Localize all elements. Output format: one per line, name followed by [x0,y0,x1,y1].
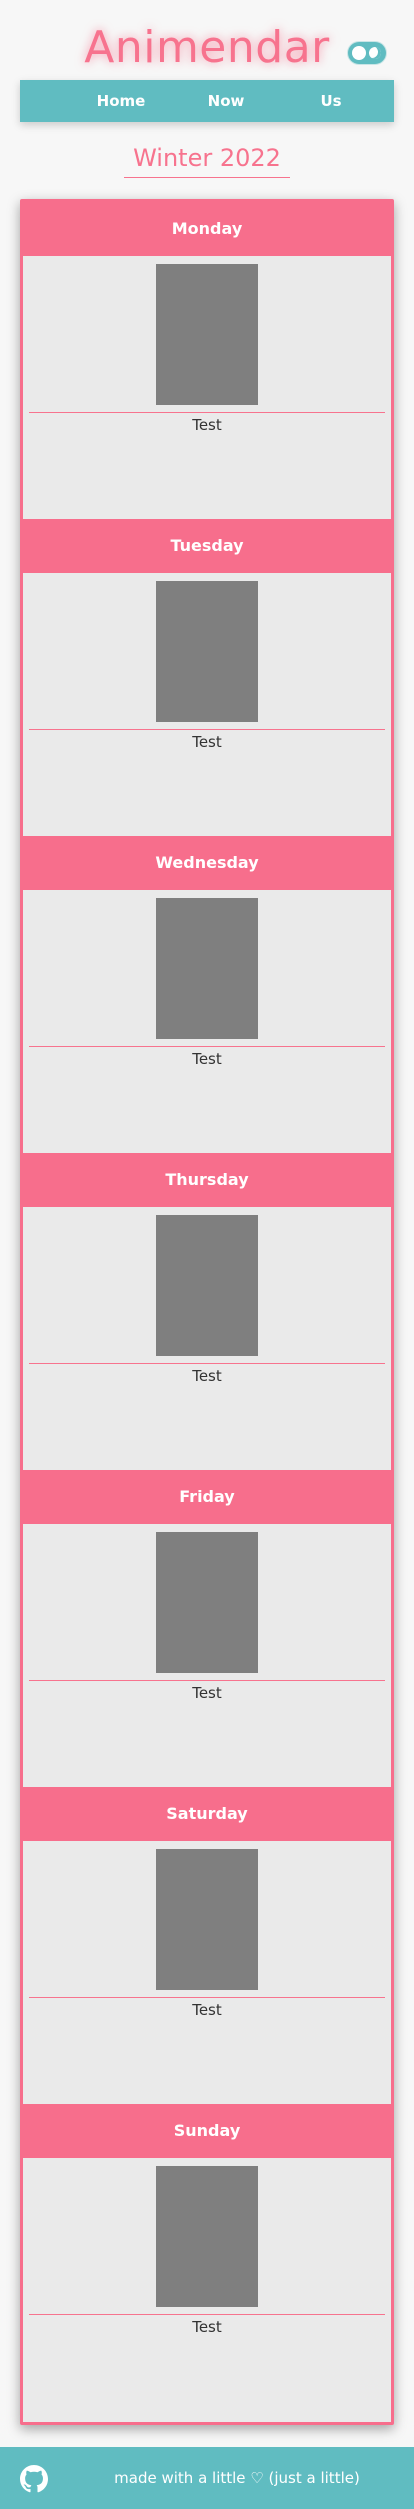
day-header: Sunday [23,2104,391,2158]
anime-cover-image [156,2166,258,2307]
moon-icon [369,47,381,59]
anime-title: Test [192,2001,222,2019]
anime-card[interactable]: Test [23,256,391,519]
day-body: Test [23,1841,391,2104]
footer-credit: made with a little ♡ (just a little) [114,2469,360,2487]
anime-title: Test [192,416,222,434]
anime-cover-image [156,1215,258,1356]
divider [29,729,385,730]
day-body: Test [23,256,391,519]
anime-cover-image [156,581,258,722]
navbar: Home Now Us [20,80,394,122]
day-section-wednesday: Wednesday Test [23,836,391,1153]
toggle-knob [352,46,366,60]
anime-card[interactable]: Test [23,1207,391,1470]
divider [29,2314,385,2315]
footer: made with a little ♡ (just a little) [0,2447,414,2509]
day-header: Thursday [23,1153,391,1207]
weekly-schedule: Monday Test Tuesday Test Wednesday Test [20,199,394,2425]
anime-card[interactable]: Test [23,890,391,1153]
day-header: Tuesday [23,519,391,573]
anime-cover-image [156,1532,258,1673]
anime-cover-image [156,1849,258,1990]
nav-link-us[interactable]: Us [286,80,376,122]
day-section-sunday: Sunday Test [23,2104,391,2421]
theme-toggle-icon[interactable] [348,42,386,64]
anime-cover-image [156,898,258,1039]
day-header: Wednesday [23,836,391,890]
divider [29,1363,385,1364]
day-section-monday: Monday Test [23,202,391,519]
day-section-friday: Friday Test [23,1470,391,1787]
divider [29,1046,385,1047]
day-body: Test [23,1207,391,1470]
divider [29,412,385,413]
day-body: Test [23,1524,391,1787]
day-body: Test [23,890,391,1153]
anime-card[interactable]: Test [23,1524,391,1787]
day-body: Test [23,573,391,836]
day-body: Test [23,2158,391,2421]
divider [29,1997,385,1998]
nav-link-now[interactable]: Now [181,80,271,122]
github-icon[interactable] [20,2465,48,2493]
day-header: Saturday [23,1787,391,1841]
anime-cover-image [156,264,258,405]
day-section-tuesday: Tuesday Test [23,519,391,836]
divider [29,1680,385,1681]
anime-card[interactable]: Test [23,2158,391,2421]
anime-title: Test [192,1367,222,1385]
anime-card[interactable]: Test [23,573,391,836]
nav-link-home[interactable]: Home [76,80,166,122]
anime-title: Test [192,733,222,751]
day-header: Monday [23,202,391,256]
anime-title: Test [192,1050,222,1068]
anime-title: Test [192,1684,222,1702]
day-section-thursday: Thursday Test [23,1153,391,1470]
day-section-saturday: Saturday Test [23,1787,391,2104]
season-title: Winter 2022 [133,144,281,172]
season-underline [124,177,290,178]
anime-title: Test [192,2318,222,2336]
header: Animendar [0,0,414,80]
day-header: Friday [23,1470,391,1524]
anime-card[interactable]: Test [23,1841,391,2104]
